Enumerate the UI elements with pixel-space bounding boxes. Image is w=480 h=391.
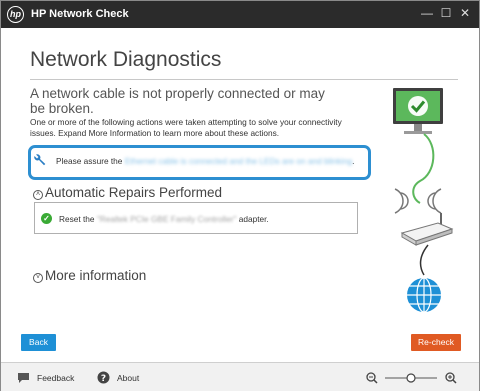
window-title: HP Network Check: [31, 8, 129, 20]
chevron-up-icon: ˄: [33, 190, 43, 200]
repairs-title: Automatic Repairs Performed: [45, 185, 223, 200]
zoom-slider-thumb[interactable]: [406, 373, 416, 383]
check-icon: ✓: [41, 213, 52, 224]
recheck-button[interactable]: Re-check: [411, 334, 461, 351]
zoom-control[interactable]: [365, 371, 465, 385]
chat-bubble-icon: [18, 373, 29, 383]
network-illustration: [393, 88, 454, 313]
wrench-icon: [34, 154, 46, 166]
adapter-name: "Realtek PCIe GBE Family Controller": [96, 214, 237, 224]
app-window: hp HP Network Check — ☐ ✕ Network Diagno…: [0, 0, 480, 391]
about-link[interactable]: ? About: [97, 371, 139, 384]
repair-suffix: adapter.: [236, 214, 269, 224]
action-text: Please assure the Ethernet cable is conn…: [56, 156, 354, 166]
feedback-link[interactable]: Feedback: [17, 371, 74, 384]
zoom-out-icon[interactable]: [366, 372, 378, 384]
repairs-expander[interactable]: ˄ Automatic Repairs Performed: [33, 185, 222, 200]
svg-text:?: ?: [101, 374, 106, 384]
monitor-check-icon: [393, 88, 443, 134]
close-button[interactable]: ✕: [458, 5, 472, 21]
repair-text: Reset the "Realtek PCIe GBE Family Contr…: [59, 214, 269, 224]
cable-line: [412, 133, 435, 204]
title-divider: [30, 79, 458, 80]
hp-logo: hp: [7, 6, 24, 23]
repair-list-item: ✓ Reset the "Realtek PCIe GBE Family Con…: [34, 202, 358, 234]
action-suffix: .: [352, 156, 355, 166]
content-area: Network Diagnostics A network cable is n…: [20, 28, 460, 337]
action-prefix: Please assure the: [56, 156, 125, 166]
help-icon: ?: [97, 371, 110, 384]
action-link[interactable]: Ethernet cable is connected and the LEDs…: [125, 156, 352, 166]
about-label: About: [117, 373, 140, 383]
maximize-button[interactable]: ☐: [439, 5, 453, 21]
repair-prefix: Reset the: [59, 214, 97, 224]
globe-icon: [407, 277, 441, 313]
zoom-in-icon[interactable]: [445, 372, 457, 384]
minimize-button[interactable]: —: [420, 5, 434, 21]
more-info-label: More information: [45, 268, 147, 283]
feedback-label: Feedback: [37, 373, 75, 383]
chevron-down-icon: ˅: [33, 273, 43, 283]
more-info-expander[interactable]: ˅ More information: [33, 268, 146, 283]
router-icon: [400, 213, 454, 246]
page-title: Network Diagnostics: [30, 48, 222, 71]
back-button[interactable]: Back: [21, 334, 56, 351]
title-bar: hp HP Network Check — ☐ ✕: [1, 1, 479, 28]
footer-bar: Feedback ? About: [1, 363, 479, 391]
diagnosis-message: A network cable is not properly connecte…: [30, 86, 325, 116]
router-cable: [419, 244, 429, 276]
diagnosis-details: One or more of the following actions wer…: [30, 117, 342, 138]
